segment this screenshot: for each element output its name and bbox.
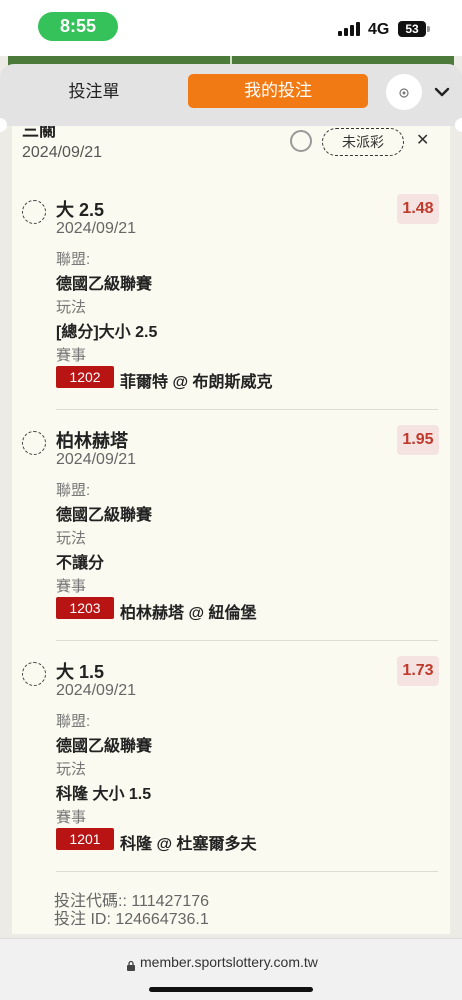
pending-icon	[22, 200, 46, 224]
pending-icon	[22, 431, 46, 455]
battery-tip	[427, 26, 430, 32]
play-value: [總分]大小 2.5	[56, 324, 158, 341]
event-label: 賽事	[56, 578, 87, 595]
league-value: 德國乙級聯賽	[56, 276, 153, 293]
bet-odds: 1.95	[397, 425, 439, 455]
league-label: 聯盟:	[56, 713, 91, 730]
home-indicator[interactable]	[149, 987, 313, 992]
bet-card: 三關 2024/09/21 未派彩 ✕ 大 2.5 2024/09/21 1.4…	[12, 126, 450, 934]
url-text[interactable]: member.sportslottery.com.tw	[140, 954, 318, 970]
network-type: 4G	[368, 21, 390, 38]
bet-id: 投注 ID: 124664736.1	[54, 911, 209, 928]
bet-selection: 大 1.5	[56, 662, 105, 682]
refresh-icon[interactable]	[290, 130, 312, 152]
event-match: 科隆 @ 杜塞爾多夫	[120, 836, 257, 853]
divider	[56, 871, 438, 872]
play-label: 玩法	[56, 299, 87, 316]
bet-selection: 大 2.5	[56, 200, 105, 220]
event-label: 賽事	[56, 347, 87, 364]
ticket-notch-right	[455, 118, 462, 132]
pending-icon	[22, 662, 46, 686]
play-label: 玩法	[56, 761, 87, 778]
bet-odds: 1.48	[397, 194, 439, 224]
league-value: 德國乙級聯賽	[56, 507, 153, 524]
league-label: 聯盟:	[56, 251, 91, 268]
status-badge: 未派彩	[322, 128, 404, 156]
gear-icon[interactable]	[386, 74, 422, 110]
bet-date: 2024/09/21	[56, 451, 137, 468]
divider	[56, 640, 438, 641]
play-value: 不讓分	[56, 555, 105, 572]
league-value: 德國乙級聯賽	[56, 738, 153, 755]
bet-selection: 柏林赫塔	[56, 431, 128, 451]
event-label: 賽事	[56, 809, 87, 826]
play-label: 玩法	[56, 530, 87, 547]
divider	[56, 409, 438, 410]
status-bar: 8:55 4G 53	[0, 0, 462, 56]
event-match: 柏林赫塔 @ 紐倫堡	[120, 605, 257, 622]
bet-date: 2024/09/21	[56, 220, 137, 237]
event-number-badge: 1201	[56, 828, 114, 850]
tab-my-bets[interactable]: 我的投注	[188, 74, 368, 108]
league-label: 聯盟:	[56, 482, 91, 499]
event-match: 菲爾特 @ 布朗斯威克	[120, 374, 273, 391]
browser-url-bar[interactable]: member.sportslottery.com.tw	[0, 938, 462, 1000]
play-value: 科隆 大小 1.5	[56, 786, 152, 803]
event-number-badge: 1202	[56, 366, 114, 388]
lock-icon	[126, 959, 136, 971]
tab-bet-slip[interactable]: 投注單	[44, 76, 144, 108]
event-number-badge: 1203	[56, 597, 114, 619]
signal-icon	[338, 22, 360, 36]
bet-date: 2024/09/21	[56, 682, 137, 699]
chevron-down-icon[interactable]	[432, 82, 452, 102]
parlay-title: 三關	[22, 126, 56, 140]
close-icon[interactable]: ✕	[416, 130, 429, 150]
bet-odds: 1.73	[397, 656, 439, 686]
clock-time: 8:55	[38, 12, 118, 41]
battery-icon: 53	[398, 21, 426, 37]
parlay-date: 2024/09/21	[22, 144, 103, 161]
tab-bar: 投注單 我的投注	[0, 64, 462, 126]
